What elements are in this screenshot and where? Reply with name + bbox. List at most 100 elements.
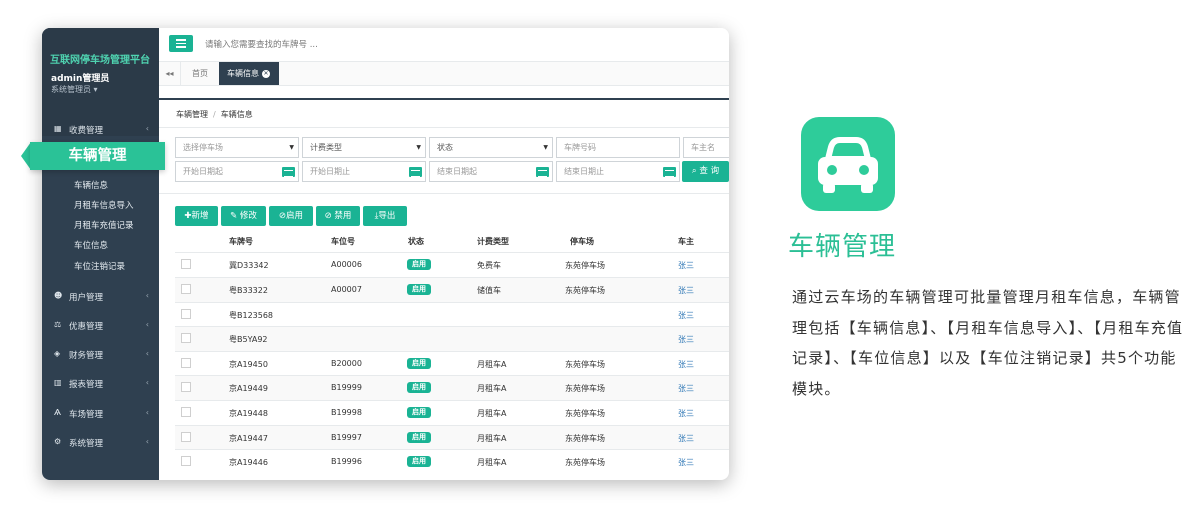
plate-cell: 粤B123568: [229, 311, 274, 320]
parking-lot-select[interactable]: 选择停车场 ▼: [175, 137, 299, 158]
column-header-plate[interactable]: 车牌号: [229, 236, 253, 247]
table-row[interactable]: 粤B5YA92 张三: [175, 326, 729, 351]
space-cell: A00007: [331, 285, 362, 294]
row-checkbox[interactable]: [181, 407, 191, 417]
row-checkbox[interactable]: [181, 309, 191, 319]
status-badge: 启用: [407, 358, 431, 369]
caret-down-icon: ▼: [543, 144, 548, 151]
lot-cell: 东苑停车场: [565, 286, 605, 295]
status-select[interactable]: 状态 ▼: [429, 137, 553, 158]
lot-cell: 东苑停车场: [565, 458, 605, 467]
table-row[interactable]: 粤B33322 A00007 启用 储值车 东苑停车场 张三: [175, 277, 729, 302]
feature-title: 车辆管理: [788, 232, 897, 262]
status-badge: 启用: [407, 382, 431, 393]
owner-link[interactable]: 张三: [678, 408, 694, 419]
billing-cell: 月租车A: [477, 360, 507, 369]
column-header-space[interactable]: 车位号: [331, 236, 355, 247]
owner-name-input[interactable]: 车主名: [683, 137, 729, 158]
breadcrumb-item[interactable]: 车辆管理: [176, 110, 208, 119]
owner-link[interactable]: 张三: [678, 334, 694, 345]
row-checkbox[interactable]: [181, 333, 191, 343]
calendar-icon[interactable]: [663, 167, 676, 177]
owner-link[interactable]: 张三: [678, 457, 694, 468]
plate-cell: 京A19449: [229, 384, 268, 393]
column-header-lot[interactable]: 停车场: [570, 236, 594, 247]
query-button[interactable]: ⌕ 查 询: [682, 161, 729, 182]
status-badge: 启用: [407, 284, 431, 295]
export-button[interactable]: ⤓导出: [363, 206, 407, 226]
row-checkbox[interactable]: [181, 456, 191, 466]
end-date-from-input[interactable]: 结束日期起: [429, 161, 553, 182]
add-button[interactable]: ✚新增: [175, 206, 218, 226]
row-checkbox[interactable]: [181, 432, 191, 442]
lot-cell: 东苑停车场: [565, 360, 605, 369]
start-date-to-input[interactable]: 开始日期止: [302, 161, 426, 182]
status-badge: 启用: [407, 407, 431, 418]
divider: [159, 193, 729, 194]
plate-cell: 京A19447: [229, 434, 268, 443]
row-checkbox[interactable]: [181, 382, 191, 392]
enable-button[interactable]: ⊘启用: [269, 206, 313, 226]
space-cell: B19998: [331, 408, 362, 417]
content-divider: [159, 98, 729, 100]
lot-cell: 东苑停车场: [565, 434, 605, 443]
space-cell: B19997: [331, 433, 362, 442]
plate-cell: 粤B5YA92: [229, 335, 268, 344]
divider: [159, 127, 729, 128]
breadcrumb: 车辆管理 / 车辆信息: [176, 110, 253, 119]
row-checkbox[interactable]: [181, 284, 191, 294]
owner-link[interactable]: 张三: [678, 310, 694, 321]
plate-cell: 粤B33322: [229, 286, 268, 295]
plate-cell: 冀D33342: [229, 261, 269, 270]
disable-button[interactable]: ⊘ 禁用: [316, 206, 360, 226]
table-row[interactable]: 京A19447 B19997 启用 月租车A 东苑停车场 张三: [175, 425, 729, 450]
status-badge: 启用: [407, 432, 431, 443]
status-badge: 启用: [407, 259, 431, 270]
owner-link[interactable]: 张三: [678, 359, 694, 370]
table-row[interactable]: 京A19449 B19999 启用 月租车A 东苑停车场 张三: [175, 375, 729, 400]
table-row[interactable]: 京A19448 B19998 启用 月租车A 东苑停车场 张三: [175, 400, 729, 425]
calendar-icon[interactable]: [536, 167, 549, 177]
owner-link[interactable]: 张三: [678, 285, 694, 296]
table-row[interactable]: 京A19446 B19996 启用 月租车A 东苑停车场 张三: [175, 449, 729, 474]
calendar-icon[interactable]: [409, 167, 422, 177]
plate-cell: 京A19446: [229, 458, 268, 467]
content-area: 车辆管理 / 车辆信息 选择停车场 ▼ 计费类型 ▼ 状态 ▼ 车牌号码 车主名 开始日期…: [42, 28, 729, 480]
vehicle-management-callout[interactable]: 车辆管理: [30, 142, 165, 170]
table-row[interactable]: 粤B123568 张三: [175, 302, 729, 327]
start-date-from-input[interactable]: 开始日期起: [175, 161, 299, 182]
end-date-to-input[interactable]: 结束日期止: [556, 161, 680, 182]
plus-icon: ✚: [184, 211, 192, 221]
space-cell: B20000: [331, 359, 362, 368]
row-checkbox[interactable]: [181, 259, 191, 269]
caret-down-icon: ▼: [416, 144, 421, 151]
owner-link[interactable]: 张三: [678, 433, 694, 444]
space-cell: B19999: [331, 383, 362, 392]
feature-description: 通过云车场的车辆管理可批量管理月租车信息，车辆管理包括【车辆信息】、【月租车信息…: [792, 288, 1184, 398]
owner-link[interactable]: 张三: [678, 383, 694, 394]
space-cell: B19996: [331, 457, 362, 466]
column-header-owner[interactable]: 车主: [678, 236, 694, 247]
breadcrumb-item: 车辆信息: [220, 110, 253, 119]
edit-button[interactable]: ✎ 修改: [221, 206, 266, 226]
billing-cell: 免费车: [477, 261, 501, 270]
table-row[interactable]: 冀D33342 A00006 启用 免费车 东苑停车场 张三: [175, 252, 729, 277]
owner-link[interactable]: 张三: [678, 260, 694, 271]
column-header-billing[interactable]: 计费类型: [477, 236, 509, 247]
lot-cell: 东苑停车场: [565, 261, 605, 270]
plate-cell: 京A19450: [229, 360, 268, 369]
calendar-icon[interactable]: [282, 167, 295, 177]
table-row[interactable]: 京A19450 B20000 启用 月租车A 东苑停车场 张三: [175, 351, 729, 376]
ban-icon: ⊘: [324, 211, 332, 221]
car-icon: [801, 117, 895, 211]
billing-cell: 月租车A: [477, 434, 507, 443]
billing-type-select[interactable]: 计费类型 ▼: [302, 137, 426, 158]
check-circle-icon: ⊘: [278, 211, 287, 221]
plate-number-input[interactable]: 车牌号码: [556, 137, 680, 158]
row-checkbox[interactable]: [181, 358, 191, 368]
billing-cell: 储值车: [477, 286, 501, 295]
lot-cell: 东苑停车场: [565, 384, 605, 393]
column-header-status[interactable]: 状态: [408, 236, 424, 247]
lot-cell: 东苑停车场: [565, 409, 605, 418]
status-badge: 启用: [407, 456, 431, 467]
